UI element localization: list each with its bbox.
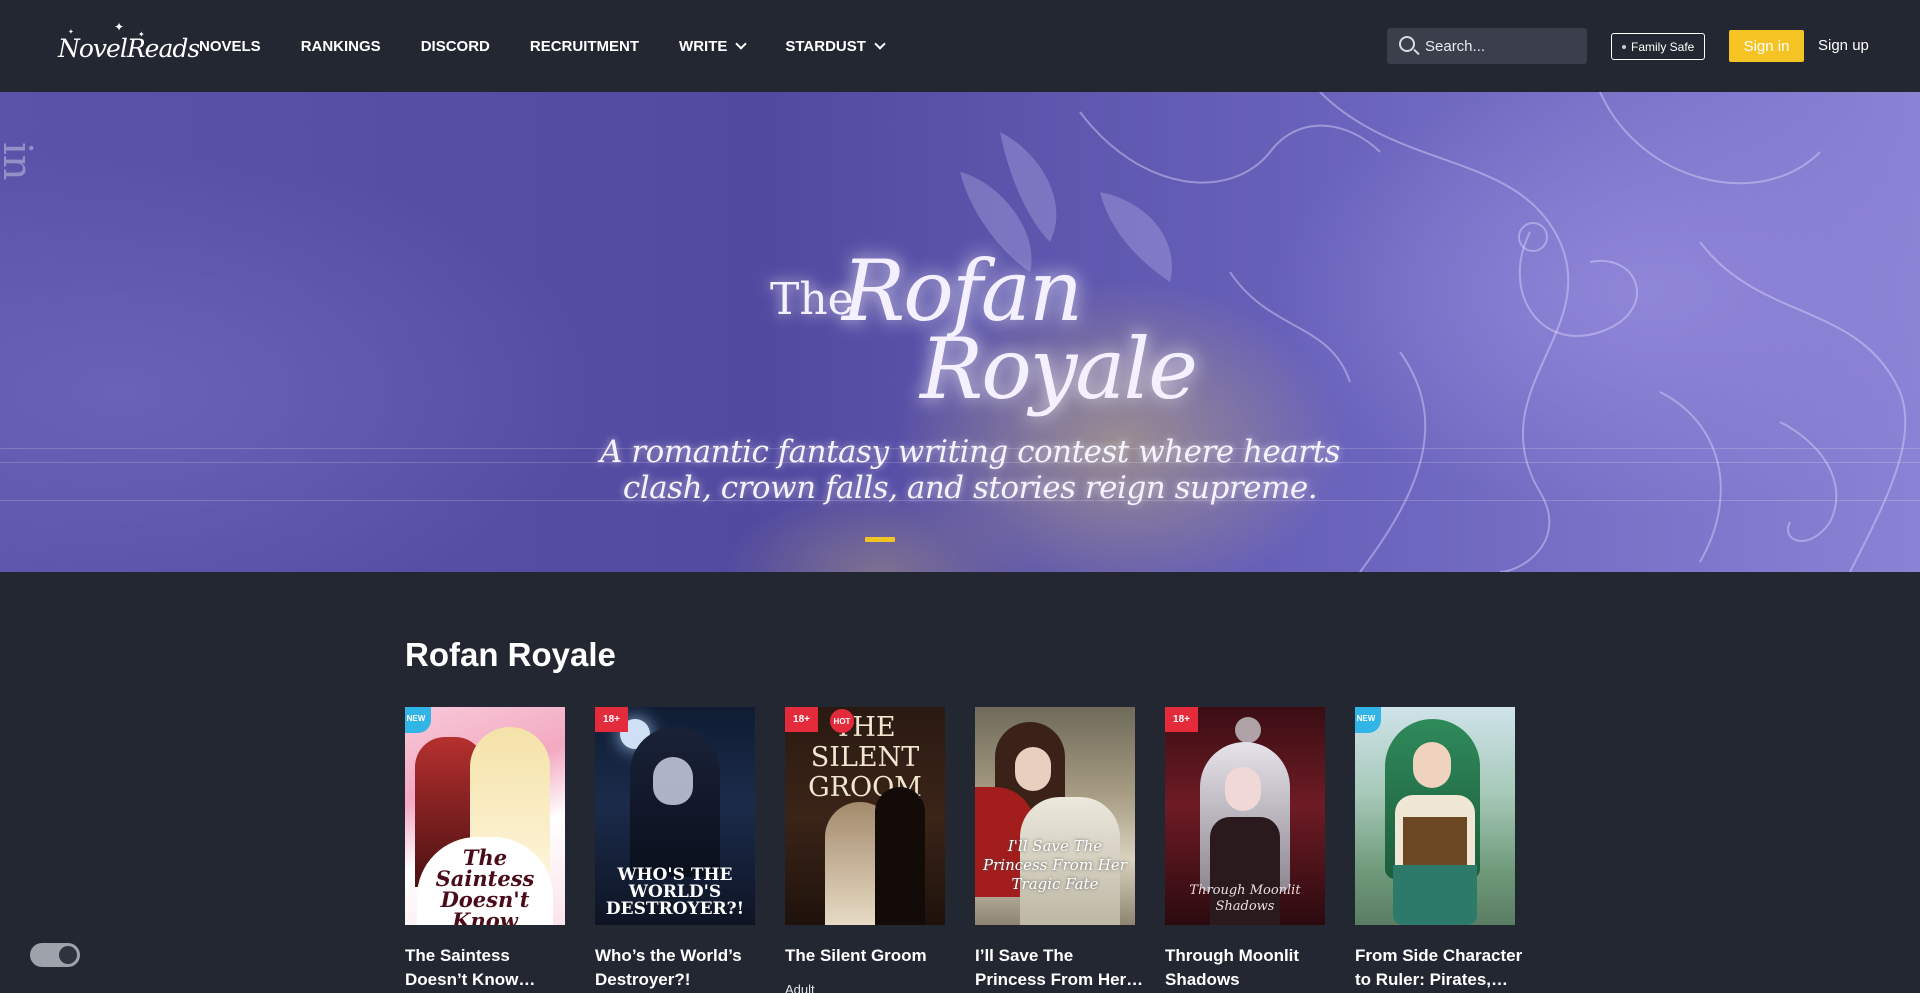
family-safe-label: Family Safe xyxy=(1631,39,1695,54)
book-cover[interactable]: Through Moonlit Shadows xyxy=(1165,707,1325,925)
family-safe-toggle[interactable]: Family Safe xyxy=(1611,33,1706,60)
cover-vest xyxy=(1403,817,1467,867)
book-title-line: Doesn’t Know… xyxy=(405,970,536,989)
cover-title: The Saintess Doesn't Know Anything xyxy=(435,845,535,925)
nav-stardust[interactable]: STARDUST xyxy=(785,37,886,55)
banner-title: The Rofan Royale xyxy=(770,242,1198,418)
dot-icon xyxy=(1622,44,1626,49)
cover-face xyxy=(1015,747,1051,791)
site-header: ✦ ✦ ✦ NovelReads NOVELS RANKINGS DISCORD… xyxy=(0,0,1920,92)
banner-subtitle-line2: clash, crown falls, and stories reign su… xyxy=(622,470,1318,506)
book-title[interactable]: The Silent Groom xyxy=(785,944,955,968)
cover-title: Through Moonlit Shadows xyxy=(1189,883,1301,914)
nav-label: WRITE xyxy=(679,37,728,55)
book-title-line: Shadows xyxy=(1165,970,1240,989)
banner-subtitle: A romantic fantasy writing contest where… xyxy=(560,434,1380,506)
book-title[interactable]: Who’s the World’s Destroyer?! xyxy=(595,944,765,992)
book-title-line: Princess From Her… xyxy=(975,970,1144,989)
search-icon[interactable] xyxy=(1399,36,1415,52)
theme-toggle[interactable] xyxy=(30,943,80,967)
cover-figure xyxy=(875,787,925,925)
nav-rankings[interactable]: RANKINGS xyxy=(301,38,381,55)
book-cover[interactable]: I'll Save The Princess From Her Tragic F… xyxy=(975,707,1135,925)
moon-icon xyxy=(1235,717,1261,743)
book-cover[interactable]: The Saintess Doesn't Know Anything xyxy=(405,707,565,925)
book-cover[interactable]: THE SILENT GROOM xyxy=(785,707,945,925)
section-title: Rofan Royale xyxy=(405,636,616,673)
sign-in-button[interactable]: Sign in xyxy=(1729,30,1804,62)
carousel-indicator-active[interactable] xyxy=(865,537,895,542)
book-title-line: The Saintess xyxy=(405,946,510,965)
adult-badge: 18+ xyxy=(785,707,818,732)
nav-write[interactable]: WRITE xyxy=(679,37,748,55)
nav-discord[interactable]: DISCORD xyxy=(421,38,490,55)
book-title-line: I’ll Save The xyxy=(975,946,1074,965)
logo-text: NovelReads xyxy=(58,34,200,63)
banner-subtitle-line1: A romantic fantasy writing contest where… xyxy=(600,434,1340,470)
nav-label: RANKINGS xyxy=(300,37,381,55)
nav-label: DISCORD xyxy=(420,37,490,55)
book-title-line: Who’s the World’s xyxy=(595,946,742,965)
nav-label: RECRUITMENT xyxy=(529,37,640,55)
nav-label: NOVELS xyxy=(199,37,261,55)
book-title-line: to Ruler: Pirates,… xyxy=(1355,970,1509,989)
search-box xyxy=(1387,28,1587,64)
sparkle-icon: ✦ xyxy=(114,20,125,34)
nav-label: STARDUST xyxy=(785,37,866,55)
book-title[interactable]: From Side Character to Ruler: Pirates,… xyxy=(1355,944,1525,992)
site-logo[interactable]: ✦ ✦ ✦ NovelReads xyxy=(58,18,200,74)
main-nav: NOVELS RANKINGS DISCORD RECRUITMENT WRIT… xyxy=(199,0,924,92)
nav-recruitment[interactable]: RECRUITMENT xyxy=(530,38,639,55)
cover-face xyxy=(1225,767,1261,811)
banner-title-royale: Royale xyxy=(920,320,1198,418)
cover-face xyxy=(653,757,693,805)
chevron-down-icon xyxy=(874,37,886,50)
book-title-line: Through Moonlit xyxy=(1165,946,1300,965)
cover-title: I'll Save The Princess From Her Tragic F… xyxy=(983,837,1127,893)
book-title-line: Destroyer?! xyxy=(595,970,691,989)
adult-badge: 18+ xyxy=(1165,707,1198,732)
book-title[interactable]: I’ll Save The Princess From Her… xyxy=(975,944,1145,992)
book-title[interactable]: Through Moonlit Shadows xyxy=(1165,944,1335,992)
hot-badge: HOT xyxy=(830,709,854,733)
chevron-down-icon xyxy=(735,37,748,50)
adult-badge: 18+ xyxy=(595,707,628,732)
sign-up-link[interactable]: Sign up xyxy=(1818,37,1869,54)
svg-text:in: in xyxy=(0,142,40,181)
book-title-line: The Silent Groom xyxy=(785,946,927,965)
book-cover[interactable] xyxy=(1355,707,1515,925)
book-title[interactable]: The Saintess Doesn’t Know… xyxy=(405,944,575,992)
cover-skirt xyxy=(1393,865,1477,925)
search-input[interactable] xyxy=(1425,28,1580,64)
nav-novels[interactable]: NOVELS xyxy=(199,38,261,55)
cover-title: WHO'S THE WORLD'S DESTROYER?! xyxy=(605,865,745,919)
cover-face xyxy=(1413,742,1451,788)
new-badge: NEW xyxy=(405,707,431,733)
book-cover[interactable]: WHO'S THE WORLD'S DESTROYER?! xyxy=(595,707,755,925)
new-badge: NEW xyxy=(1355,707,1381,733)
hero-banner[interactable]: in The Rofan Royale A romantic fantasy w… xyxy=(0,92,1920,572)
book-category: Adult xyxy=(785,982,815,993)
toggle-knob xyxy=(59,946,77,964)
book-title-line: From Side Character xyxy=(1355,946,1523,965)
